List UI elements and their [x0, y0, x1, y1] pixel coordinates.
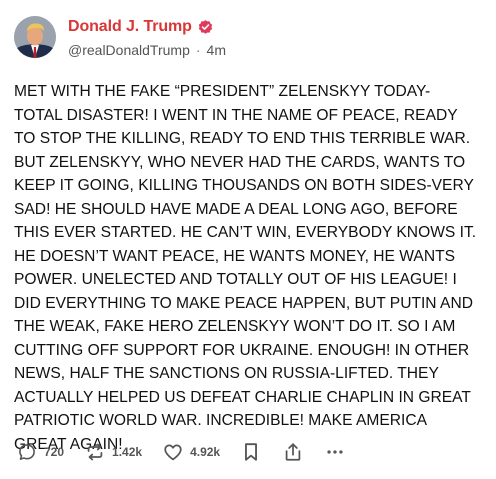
- more-icon: [324, 441, 346, 463]
- separator-dot: ·: [195, 42, 201, 58]
- post-card: Donald J. Trump @realDonaldTrump · 4m ME…: [0, 0, 496, 479]
- more-options-button[interactable]: [324, 441, 346, 463]
- verified-badge-icon: [197, 19, 214, 36]
- reply-count: 720: [44, 445, 65, 459]
- handle-line: @realDonaldTrump · 4m: [68, 43, 226, 57]
- repost-icon: [84, 441, 106, 463]
- repost-count: 1.42k: [112, 445, 143, 459]
- comment-icon: [16, 441, 38, 463]
- author-display-name[interactable]: Donald J. Trump: [68, 19, 192, 35]
- post-time[interactable]: 4m: [207, 43, 226, 57]
- heart-icon: [162, 441, 184, 463]
- bookmark-button[interactable]: [240, 441, 262, 463]
- author-info: Donald J. Trump @realDonaldTrump · 4m: [68, 17, 226, 58]
- bookmark-icon: [240, 441, 262, 463]
- author-handle[interactable]: @realDonaldTrump: [68, 43, 190, 57]
- action-bar: 720 1.42k 4.92k: [16, 438, 366, 466]
- avatar[interactable]: [14, 16, 56, 58]
- avatar-image: [14, 16, 56, 58]
- repost-button[interactable]: 1.42k: [84, 441, 142, 463]
- like-count: 4.92k: [190, 445, 221, 459]
- share-button[interactable]: [282, 441, 304, 463]
- reply-button[interactable]: 720: [16, 441, 64, 463]
- like-button[interactable]: 4.92k: [162, 441, 220, 463]
- post-text: MET WITH THE FAKE “PRESIDENT” ZELENSKYY …: [14, 83, 477, 453]
- name-line: Donald J. Trump: [68, 17, 226, 37]
- share-icon: [282, 441, 304, 463]
- post-header: Donald J. Trump @realDonaldTrump · 4m: [14, 14, 478, 60]
